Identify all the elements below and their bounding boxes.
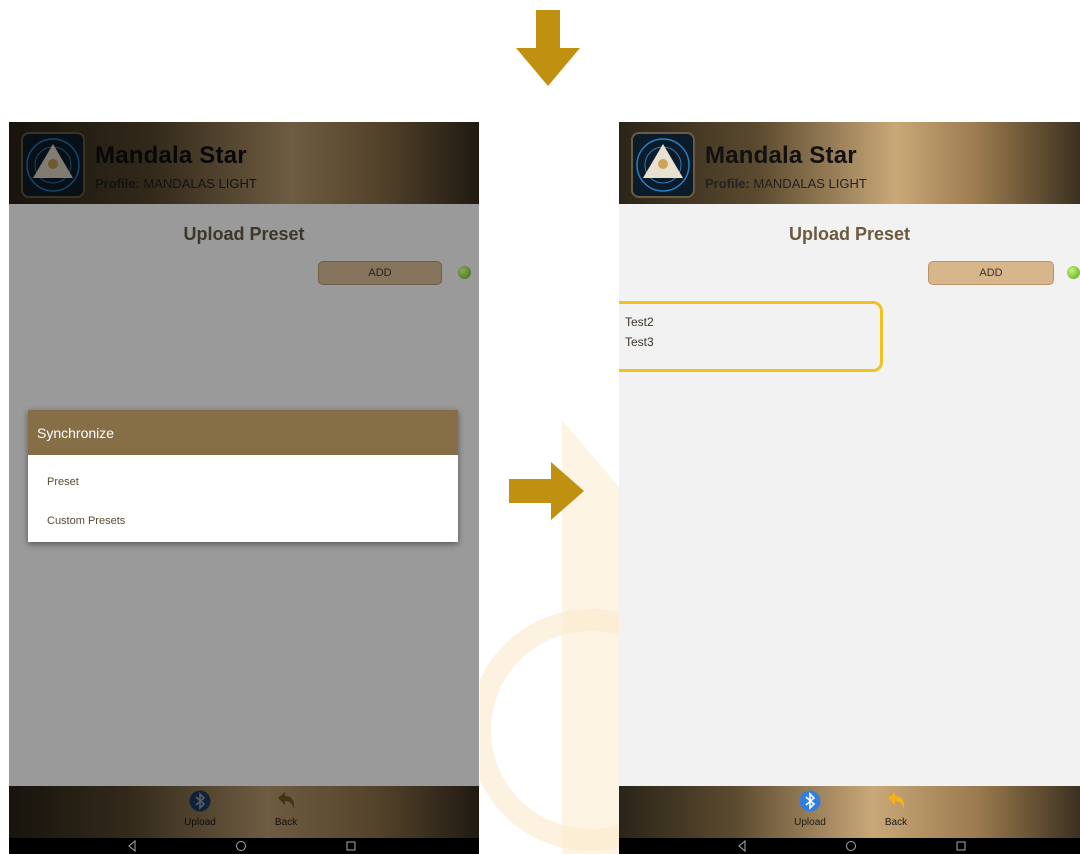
upload-label: Upload xyxy=(184,817,216,828)
mandala-logo-icon xyxy=(21,132,85,198)
app-header: Mandala Star Profile: MANDALAS LIGHT xyxy=(619,122,1080,204)
right-arrow-icon xyxy=(509,462,584,520)
app-title: Mandala Star xyxy=(705,142,857,169)
system-home-icon[interactable] xyxy=(845,840,857,852)
bluetooth-icon xyxy=(799,790,821,812)
down-arrow-icon xyxy=(516,10,580,86)
dialog-option-preset[interactable]: Preset xyxy=(47,476,79,488)
profile-label: Profile: xyxy=(95,176,140,191)
system-recents-icon[interactable] xyxy=(955,840,967,852)
system-home-icon[interactable] xyxy=(235,840,247,852)
preset-item-test3[interactable]: Test3 xyxy=(625,335,654,349)
add-button[interactable]: ADD xyxy=(318,261,442,285)
upload-nav-button[interactable]: Upload xyxy=(785,790,835,828)
back-arrow-icon xyxy=(278,792,295,809)
profile-line: Profile: MANDALAS LIGHT xyxy=(95,176,257,191)
profile-value: MANDALAS LIGHT xyxy=(753,176,867,191)
profile-line: Profile: MANDALAS LIGHT xyxy=(705,176,867,191)
left-screen: Mandala Star Profile: MANDALAS LIGHT Upl… xyxy=(9,122,479,854)
system-recents-icon[interactable] xyxy=(345,840,357,852)
content-area: Upload Preset ADD Test2 Test3 xyxy=(619,204,1080,786)
dialog-title: Synchronize xyxy=(28,410,458,455)
add-button[interactable]: ADD xyxy=(928,261,1054,285)
app-title: Mandala Star xyxy=(95,142,247,169)
right-screen: Mandala Star Profile: MANDALAS LIGHT Upl… xyxy=(619,122,1080,854)
system-nav-bar xyxy=(9,838,479,854)
upload-nav-button[interactable]: Upload xyxy=(175,790,225,828)
app-header: Mandala Star Profile: MANDALAS LIGHT xyxy=(9,122,479,204)
profile-label: Profile: xyxy=(705,176,750,191)
back-nav-button[interactable]: Back xyxy=(261,790,311,828)
page-title: Upload Preset xyxy=(788,224,911,244)
back-arrow-icon xyxy=(888,792,905,809)
page-title: Upload Preset xyxy=(183,224,305,244)
system-nav-bar xyxy=(619,838,1080,854)
back-label: Back xyxy=(884,817,908,828)
bottom-nav: Upload Back xyxy=(9,786,479,838)
profile-value: MANDALAS LIGHT xyxy=(143,176,257,191)
connection-status-icon xyxy=(458,266,471,279)
synchronize-dialog: Synchronize Preset Custom Presets xyxy=(28,410,458,542)
system-back-icon[interactable] xyxy=(736,840,748,852)
system-back-icon[interactable] xyxy=(126,840,138,852)
preset-item-test2[interactable]: Test2 xyxy=(625,315,654,329)
upload-label: Upload xyxy=(794,817,826,828)
mandala-logo-icon xyxy=(631,132,695,198)
dialog-option-custom-presets[interactable]: Custom Presets xyxy=(47,515,125,527)
bluetooth-icon xyxy=(189,790,211,812)
bottom-nav: Upload Back xyxy=(619,786,1080,838)
back-label: Back xyxy=(274,817,298,828)
back-nav-button[interactable]: Back xyxy=(871,790,921,828)
preset-list: Test2 Test3 xyxy=(619,301,883,372)
connection-status-icon xyxy=(1067,266,1080,279)
